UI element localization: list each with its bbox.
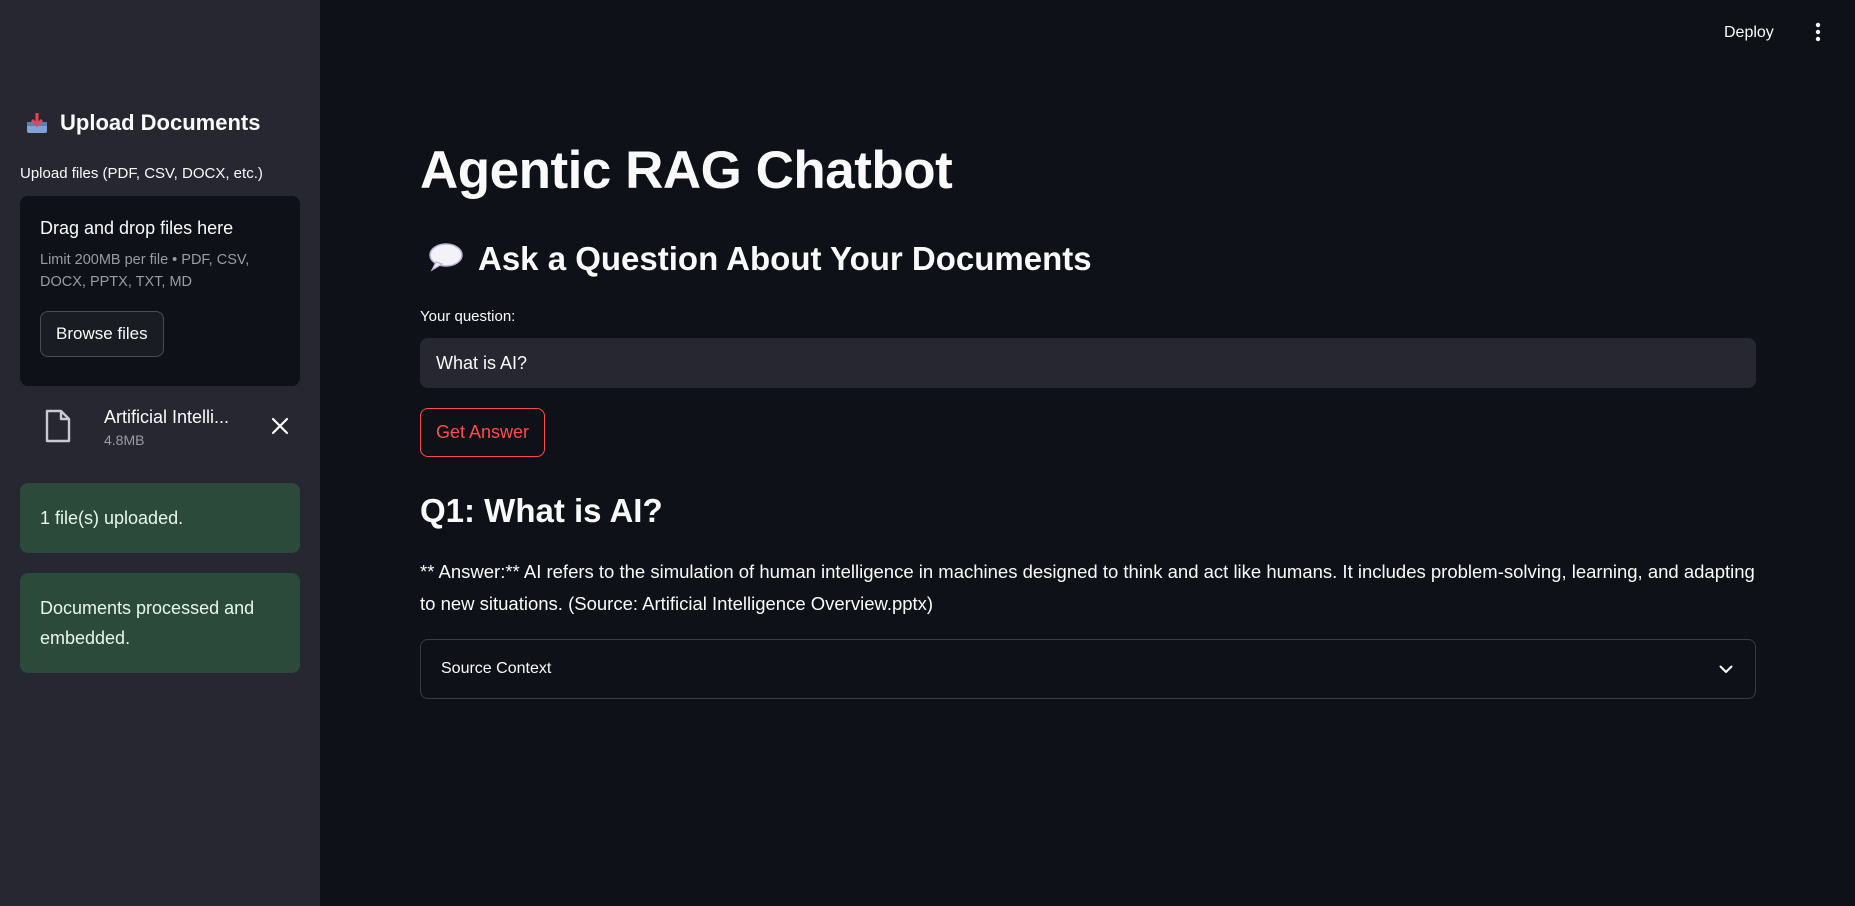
app-root: Upload Documents Upload files (PDF, CSV,…: [0, 0, 1855, 906]
file-meta: Artificial Intelli... 4.8MB: [104, 407, 244, 448]
question-input[interactable]: [420, 338, 1756, 388]
chevron-down-icon: [1717, 660, 1735, 678]
sidebar-header: Upload Documents: [24, 110, 260, 136]
file-size: 4.8MB: [104, 431, 145, 448]
expander-label: Source Context: [441, 660, 552, 677]
file-name: Artificial Intelli...: [104, 406, 230, 427]
get-answer-button[interactable]: Get Answer: [420, 408, 546, 457]
subheader-text: Ask a Question About Your Documents: [478, 240, 1092, 277]
more-vertical-icon[interactable]: [1808, 20, 1828, 44]
main-content: Agentic RAG Chatbot Ask a Question About…: [420, 0, 1756, 906]
answer-text: ** Answer:** AI refers to the simulation…: [420, 561, 1755, 614]
dropzone-limit: Limit 200MB per file • PDF, CSV, DOCX, P…: [40, 252, 250, 290]
processing-success-alert: Documents processed and embedded.: [20, 573, 300, 673]
question-input-label: Your question:: [420, 308, 516, 325]
dropzone-title: Drag and drop files here: [40, 218, 234, 238]
upload-success-alert: 1 file(s) uploaded.: [20, 483, 300, 553]
sidebar: Upload Documents Upload files (PDF, CSV,…: [0, 0, 320, 906]
uploader-label: Upload files (PDF, CSV, DOCX, etc.): [20, 165, 263, 182]
sidebar-title: Upload Documents: [60, 110, 261, 135]
close-icon: [271, 417, 289, 435]
question-title: Q1: What is AI?: [420, 492, 663, 529]
subheader: Ask a Question About Your Documents: [428, 240, 1092, 278]
remove-file-button[interactable]: [266, 412, 294, 440]
file-icon: [44, 409, 74, 445]
source-context-expander[interactable]: Source Context: [420, 639, 1756, 699]
speech-balloon-icon: [428, 242, 464, 276]
file-dropzone[interactable]: Drag and drop files here Limit 200MB per…: [20, 196, 300, 386]
inbox-tray-icon: [24, 110, 50, 136]
page-title: Agentic RAG Chatbot: [420, 141, 953, 200]
browse-files-button[interactable]: Browse files: [40, 311, 164, 357]
uploaded-file-item: Artificial Intelli... 4.8MB: [44, 400, 294, 454]
